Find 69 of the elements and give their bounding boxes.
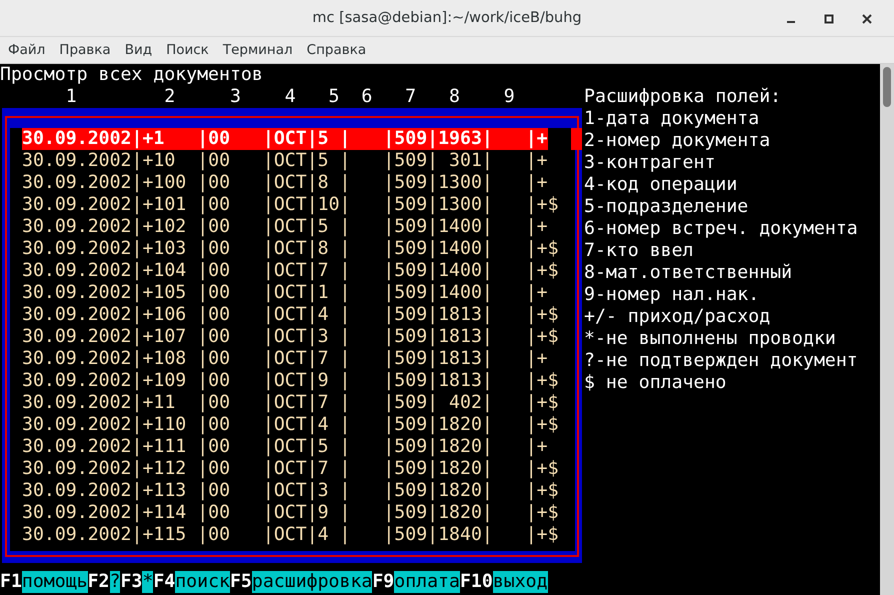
column-number: 6 [361,86,372,108]
function-key-label[interactable]: выход [492,571,548,593]
column-number: 9 [504,86,515,108]
legend-line: +/- приход/расход [584,306,772,328]
document-row[interactable]: 30.09.2002|+113 |00 |ОСТ|3 | |509|1820| |+$ [22,480,559,502]
document-row[interactable]: 30.09.2002|+11 |00 |ОСТ|7 | |509| 402| |+$ [22,392,559,414]
document-row[interactable]: 30.09.2002|+103 |00 |ОСТ|8 | |509|1400| |+$ [22,238,559,260]
column-number: 7 [405,86,416,108]
legend-line: ?-не подтвержден документ [584,350,858,372]
legend-line: 1-дата документа [584,108,760,130]
function-key: F5 [230,571,252,593]
menu-item[interactable]: Вид [118,42,160,58]
legend-line: $ не оплачено [584,372,728,394]
column-number: 4 [284,86,296,108]
menu-item[interactable]: Терминал [216,42,301,58]
window-title: mc [sasa@debian]:~/work/iceB/buhg [312,10,582,26]
legend-line: 7-кто ввел [584,240,694,262]
scrollbar-thumb[interactable] [883,67,891,107]
document-row[interactable]: 30.09.2002|+107 |00 |ОСТ|3 | |509|1813| |+$ [22,326,559,348]
function-key: F4 [153,571,176,593]
document-row[interactable]: 30.09.2002|+101 |00 |ОСТ|10| |509|1300| |+$ [22,194,559,216]
document-row[interactable]: 30.09.2002|+10 |00 |ОСТ|5 | |509| 301| |+ [22,150,548,172]
row-marker [571,128,582,150]
function-key-label[interactable]: * [142,571,154,593]
function-key: F1 [0,571,22,593]
document-row[interactable]: 30.09.2002|+108 |00 |ОСТ|7 | |509|1813| |+ [22,348,548,370]
legend-line: 9-номер нал.нак. [584,284,760,306]
legend-line: 8-мат.ответственный [584,262,794,284]
screen-heading: Просмотр всех документов [0,64,264,86]
function-key-label[interactable]: поиск [175,571,230,593]
legend-line: 4-код операции [584,174,738,196]
column-number: 2 [164,86,176,108]
legend-line: *-не выполнены проводки [584,328,837,350]
legend-line: 3-контрагент [584,152,716,174]
document-row[interactable]: 30.09.2002|+112 |00 |ОСТ|7 | |509|1820| |+$ [22,458,559,480]
document-row[interactable]: 30.09.2002|+106 |00 |ОСТ|4 | |509|1813| |+$ [22,304,559,326]
function-key-label[interactable]: помощь [22,571,88,593]
document-row[interactable]: 30.09.2002|+114 |00 |ОСТ|9 | |509|1820| |+$ [22,502,559,524]
column-number: 5 [328,86,340,108]
document-row[interactable]: 30.09.2002|+105 |00 |ОСТ|1 | |509|1400| |+ [22,282,548,304]
document-row[interactable]: 30.09.2002|+109 |00 |ОСТ|9 | |509|1813| |+$ [22,370,559,392]
document-row[interactable]: 30.09.2002|+102 |00 |ОСТ|5 | |509|1400| |+ [22,216,548,238]
document-row[interactable]: 30.09.2002|+111 |00 |ОСТ|5 | |509|1820| |+ [22,436,548,458]
document-row[interactable]: 30.09.2002|+1 |00 |ОСТ|5 | |509|1963| |+ [22,128,548,150]
function-key: F10 [460,571,493,593]
column-number: 1 [66,86,77,108]
scrollbar[interactable] [880,64,894,595]
function-key-label[interactable]: оплата [394,571,460,593]
column-number: 8 [448,86,460,108]
legend-line: 2-номер документа [584,130,772,152]
menu-item[interactable]: Справка [300,42,374,58]
document-row[interactable]: 30.09.2002|+100 |00 |ОСТ|8 | |509|1300| |+ [22,172,548,194]
function-key: F9 [372,571,394,593]
menu-item[interactable]: Поиск [160,42,217,58]
function-key-label[interactable]: расшифровка [252,571,372,593]
column-number: 3 [230,86,241,108]
menu-item[interactable]: Правка [53,42,119,58]
menu-item[interactable]: Файл [2,42,54,58]
close-icon[interactable] [862,14,872,24]
legend-line: 6-номер встреч. документа [584,218,858,240]
legend-title: Расшифровка полей: [584,86,782,108]
maximize-icon[interactable] [824,14,834,24]
function-key: F3 [120,571,142,593]
function-key: F2 [88,571,110,593]
legend-line: 5-подразделение [584,196,750,218]
document-row[interactable]: 30.09.2002|+104 |00 |ОСТ|7 | |509|1400| |+$ [22,260,559,282]
document-row[interactable]: 30.09.2002|+115 |00 |ОСТ|4 | |509|1840| |+$ [22,524,559,546]
function-key-label[interactable]: ? [110,571,120,593]
document-row[interactable]: 30.09.2002|+110 |00 |ОСТ|4 | |509|1820| |+$ [22,414,559,436]
